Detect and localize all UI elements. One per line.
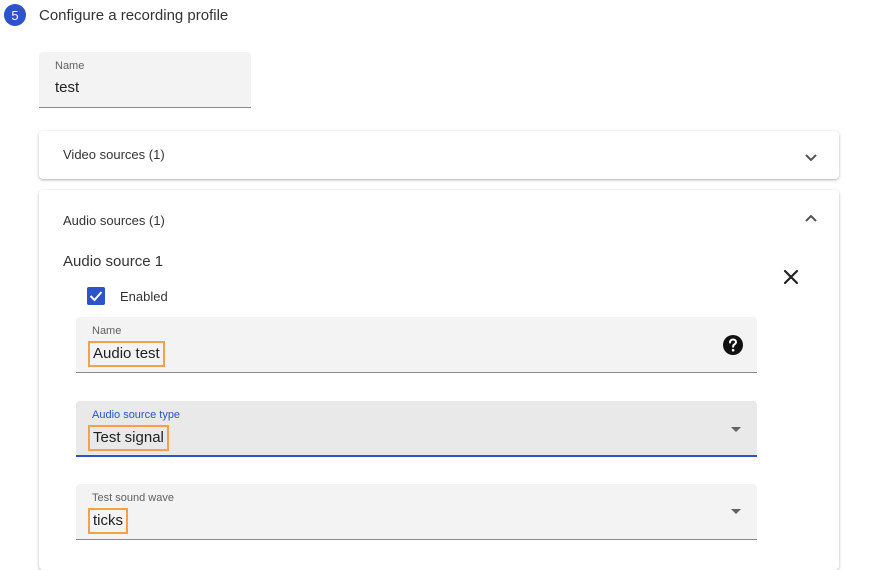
chevron-up-icon[interactable] xyxy=(803,210,819,226)
profile-name-label: Name xyxy=(55,60,85,72)
audio-source-name-value: Audio test xyxy=(88,341,165,367)
test-sound-wave-value: ticks xyxy=(88,508,128,534)
close-icon[interactable] xyxy=(781,267,801,287)
step-number-badge: 5 xyxy=(4,4,26,26)
dropdown-caret-icon xyxy=(731,509,741,514)
profile-name-value: test xyxy=(55,79,80,96)
audio-source-type-select[interactable]: Audio source type Test signal xyxy=(76,401,757,457)
enabled-label: Enabled xyxy=(120,289,168,304)
audio-source-type-value: Test signal xyxy=(88,425,169,451)
video-sources-title: Video sources (1) xyxy=(63,147,165,162)
test-sound-wave-label: Test sound wave xyxy=(92,492,174,504)
profile-name-field[interactable]: Name test xyxy=(39,52,251,108)
audio-source-name-field[interactable]: Name Audio test xyxy=(76,317,757,373)
audio-sources-title[interactable]: Audio sources (1) xyxy=(63,213,165,228)
audio-source-name-label: Name xyxy=(92,325,122,337)
audio-source-heading: Audio source 1 xyxy=(63,253,164,270)
chevron-down-icon[interactable] xyxy=(803,150,819,166)
enabled-checkbox[interactable] xyxy=(87,287,105,305)
step-title: Configure a recording profile xyxy=(39,7,229,24)
audio-source-type-label: Audio source type xyxy=(92,409,181,421)
dropdown-caret-icon xyxy=(731,427,741,432)
video-sources-panel[interactable]: Video sources (1) xyxy=(39,131,839,179)
check-icon xyxy=(89,291,103,302)
test-sound-wave-select[interactable]: Test sound wave ticks xyxy=(76,484,757,540)
help-icon[interactable] xyxy=(722,334,744,356)
